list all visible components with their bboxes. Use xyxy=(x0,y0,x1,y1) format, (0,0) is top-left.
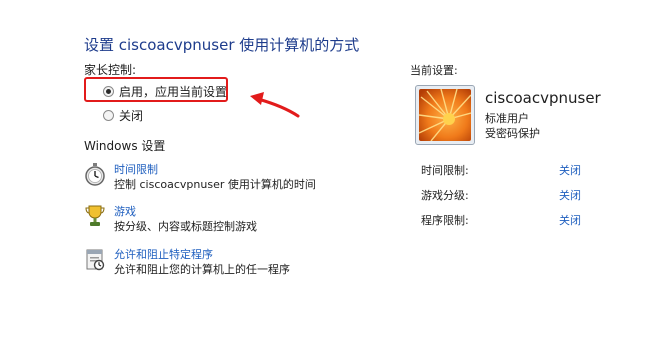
program-block-icon xyxy=(86,249,105,271)
program-limits-key: 程序限制: xyxy=(421,214,469,227)
radio-off[interactable]: 关闭 xyxy=(103,107,143,124)
game-rating-value-link[interactable]: 关闭 xyxy=(559,187,581,203)
stopwatch-icon xyxy=(85,163,105,186)
user-account-type: 标准用户 xyxy=(485,112,529,125)
parental-controls-label: 家长控制: xyxy=(84,63,137,77)
parental-controls-page: 设置 ciscoacvpnuser 使用计算机的方式 家长控制: 启用，应用当前… xyxy=(0,0,649,364)
setting-time-limits: 时间限制 控制 ciscoacvpnuser 使用计算机的时间 xyxy=(84,162,316,193)
programs-description: 允许和阻止您的计算机上的任一程序 xyxy=(114,263,290,276)
radio-off-indicator[interactable] xyxy=(103,110,114,121)
time-limits-value-link[interactable]: 关闭 xyxy=(559,162,581,178)
setting-programs: 允许和阻止特定程序 允许和阻止您的计算机上的任一程序 xyxy=(84,247,290,278)
page-title: 设置 ciscoacvpnuser 使用计算机的方式 xyxy=(84,36,360,54)
radio-enable-label: 启用，应用当前设置 xyxy=(119,85,228,99)
games-description: 按分级、内容或标题控制游戏 xyxy=(114,220,257,233)
user-password-status: 受密码保护 xyxy=(485,127,540,140)
flower-avatar-icon xyxy=(419,89,471,141)
program-limits-value-link[interactable]: 关闭 xyxy=(559,212,581,228)
time-limits-description: 控制 ciscoacvpnuser 使用计算机的时间 xyxy=(114,178,316,191)
current-settings-label: 当前设置: xyxy=(410,64,458,77)
game-rating-key: 游戏分级: xyxy=(421,189,469,202)
radio-enable[interactable]: 启用，应用当前设置 xyxy=(103,83,227,100)
programs-link[interactable]: 允许和阻止特定程序 xyxy=(114,247,290,262)
games-link[interactable]: 游戏 xyxy=(114,204,257,219)
windows-settings-label: Windows 设置 xyxy=(84,139,166,153)
game-trophy-icon xyxy=(85,205,105,226)
user-name: ciscoacvpnuser xyxy=(485,89,601,107)
time-limits-key: 时间限制: xyxy=(421,164,469,177)
avatar xyxy=(415,85,475,145)
time-limits-link[interactable]: 时间限制 xyxy=(114,162,316,177)
radio-off-label: 关闭 xyxy=(119,109,144,123)
annotation-arrow-icon xyxy=(250,92,300,118)
setting-games: 游戏 按分级、内容或标题控制游戏 xyxy=(84,204,257,235)
radio-enable-indicator[interactable] xyxy=(103,86,114,97)
